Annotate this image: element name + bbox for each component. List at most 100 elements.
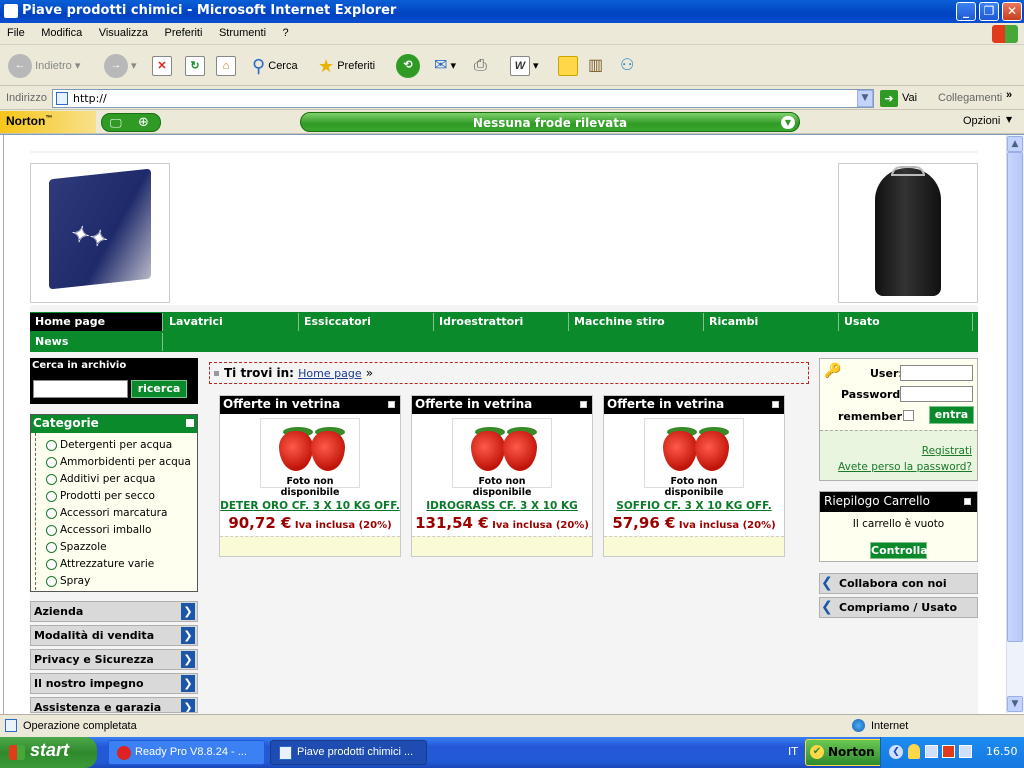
stop-button[interactable]: ✕ (152, 52, 172, 80)
menu-modifica[interactable]: Modifica (34, 23, 88, 39)
nav-usato[interactable]: Usato (839, 313, 973, 331)
norton-buttons[interactable]: 🖵 ⊕ (101, 113, 161, 132)
remember-checkbox[interactable] (903, 410, 914, 421)
fraud-status[interactable]: Nessuna frode rilevata ▼ (300, 112, 800, 132)
login-button[interactable]: entra (929, 406, 974, 424)
mail-button[interactable]: ✉ ▾ (434, 52, 456, 80)
category-item[interactable]: Additivi per acqua (36, 471, 197, 488)
address-input[interactable]: http:// (52, 89, 874, 108)
menu-file[interactable]: File (0, 23, 31, 39)
language-indicator[interactable]: IT (788, 745, 798, 758)
menu-azienda[interactable]: Azienda ❯ (30, 601, 198, 622)
nav-macchine-stiro[interactable]: Macchine stiro (569, 313, 704, 331)
collapse-icon[interactable] (186, 419, 194, 427)
fraud-dropdown-icon[interactable]: ▼ (781, 116, 795, 129)
links-label[interactable]: Collegamenti (938, 92, 1002, 104)
menu-strumenti[interactable]: Strumenti (212, 23, 272, 39)
back-button[interactable]: ← Indietro ▾ (8, 52, 80, 80)
photo-unavailable: Foto non disponibile (664, 476, 724, 498)
home-button[interactable]: ⌂ (216, 52, 236, 80)
product-card[interactable]: Offerte in vetrina Foto non disponibile … (411, 395, 593, 557)
forgot-password-link[interactable]: Avete perso la password? (838, 461, 972, 473)
messenger-button[interactable]: ⚇ (620, 52, 634, 80)
messenger-icon: ⚇ (620, 57, 635, 75)
product-price: 131,54 € Iva inclusa (20%) (415, 514, 589, 532)
compriamo-button[interactable]: ❮ Compriamo / Usato (819, 597, 978, 618)
printer-icon: ⎙ (474, 57, 487, 75)
menu-help[interactable]: ? (276, 23, 295, 39)
chevron-right-icon: ❯ (181, 651, 195, 668)
square-icon (388, 401, 395, 408)
search-archive-input[interactable] (33, 380, 128, 398)
refresh-button[interactable]: ↻ (185, 52, 205, 80)
volume-icon[interactable] (959, 745, 972, 758)
breadcrumb-home-link[interactable]: Home page (298, 367, 361, 380)
network-icon[interactable] (925, 745, 938, 758)
category-item[interactable]: Ammorbidenti per acqua (36, 454, 197, 471)
scroll-thumb[interactable] (1007, 152, 1023, 642)
product-name-link[interactable]: SOFFIO CF. 3 X 10 KG OFF. (604, 500, 784, 512)
cart-check-button[interactable]: Controlla (870, 542, 928, 559)
nav-ricambi[interactable]: Ricambi (704, 313, 839, 331)
research-button[interactable]: ▥ (588, 52, 603, 80)
strawberry-app-icon (117, 746, 131, 760)
go-arrow-icon[interactable]: ➜ (880, 90, 898, 107)
discuss-button[interactable] (558, 52, 578, 80)
address-dropdown-icon[interactable]: ▼ (857, 90, 873, 107)
category-item[interactable]: Accessori marcatura (36, 505, 197, 522)
security-alert-icon[interactable] (942, 745, 955, 758)
search-submit-button[interactable]: ricerca (131, 380, 187, 398)
task-ie[interactable]: Piave prodotti chimici ... (270, 740, 427, 765)
options-arrow-icon[interactable]: ▼ (1006, 115, 1012, 124)
category-item[interactable]: Attrezzature varie (36, 556, 197, 573)
category-item[interactable]: Spazzole (36, 539, 197, 556)
nav-news[interactable]: News (30, 333, 163, 351)
register-link[interactable]: Registrati (922, 445, 972, 457)
window-title: Piave prodotti chimici - Microsoft Inter… (22, 3, 397, 18)
minimize-button[interactable]: _ (956, 2, 976, 21)
search-button[interactable]: ⚲ Cerca (252, 52, 298, 80)
square-icon (580, 401, 587, 408)
menu-visualizza[interactable]: Visualizza (92, 23, 154, 39)
password-input[interactable] (900, 386, 973, 402)
collabora-button[interactable]: ❮ Collabora con noi (819, 573, 978, 594)
forward-button[interactable]: → ▾ (104, 52, 137, 80)
norton-taskbar-button[interactable]: ✔ Norton (805, 739, 883, 766)
product-card[interactable]: Offerte in vetrina Foto non disponibile … (219, 395, 401, 557)
favorites-button[interactable]: ★ Preferiti (318, 52, 375, 80)
start-button[interactable]: start (0, 737, 97, 768)
menu-assistenza[interactable]: Assistenza e garazia ❯ (30, 697, 198, 713)
tray-chevron-icon[interactable]: ❮ (889, 745, 903, 759)
task-ready-pro[interactable]: Ready Pro V8.8.24 - ... (108, 740, 265, 765)
mail-icon: ✉ (434, 57, 448, 75)
nav-lavatrici[interactable]: Lavatrici (164, 313, 299, 331)
edit-button[interactable]: W ▾ (510, 52, 539, 80)
norton-options[interactable]: Opzioni (963, 115, 1000, 127)
menu-modalita-vendita[interactable]: Modalità di vendita ❯ (30, 625, 198, 646)
product-name-link[interactable]: IDROGRASS CF. 3 X 10 KG (412, 500, 592, 512)
product-name-link[interactable]: DETER ORO CF. 3 X 10 KG OFF. (220, 500, 400, 512)
menu-impegno[interactable]: Il nostro impegno ❯ (30, 673, 198, 694)
history-button[interactable]: ⟲ (396, 52, 420, 80)
system-tray: ❮ 16.50 (880, 737, 1024, 768)
category-item[interactable]: Spray (36, 573, 197, 590)
product-card[interactable]: Offerte in vetrina Foto non disponibile … (603, 395, 785, 557)
research-icon: ▥ (588, 57, 604, 75)
category-item[interactable]: Accessori imballo (36, 522, 197, 539)
scroll-down-icon[interactable]: ▼ (1007, 696, 1023, 712)
menu-preferiti[interactable]: Preferiti (158, 23, 209, 39)
print-button[interactable]: ⎙ (474, 52, 487, 80)
zone-text: Internet (871, 720, 909, 732)
scroll-up-icon[interactable]: ▲ (1007, 136, 1023, 152)
shield-icon[interactable] (908, 744, 920, 759)
nav-essiccatori[interactable]: Essiccatori (299, 313, 434, 331)
nav-idroestrattori[interactable]: Idroestrattori (434, 313, 569, 331)
menu-privacy[interactable]: Privacy e Sicurezza ❯ (30, 649, 198, 670)
nav-home[interactable]: Home page (30, 313, 163, 331)
close-button[interactable]: ✕ (1002, 2, 1022, 21)
category-item[interactable]: Detergenti per acqua (36, 437, 197, 454)
links-chevron-icon[interactable]: » (1006, 89, 1012, 101)
user-input[interactable] (900, 365, 973, 381)
category-item[interactable]: Prodotti per secco (36, 488, 197, 505)
restore-button[interactable]: ❐ (979, 2, 999, 21)
